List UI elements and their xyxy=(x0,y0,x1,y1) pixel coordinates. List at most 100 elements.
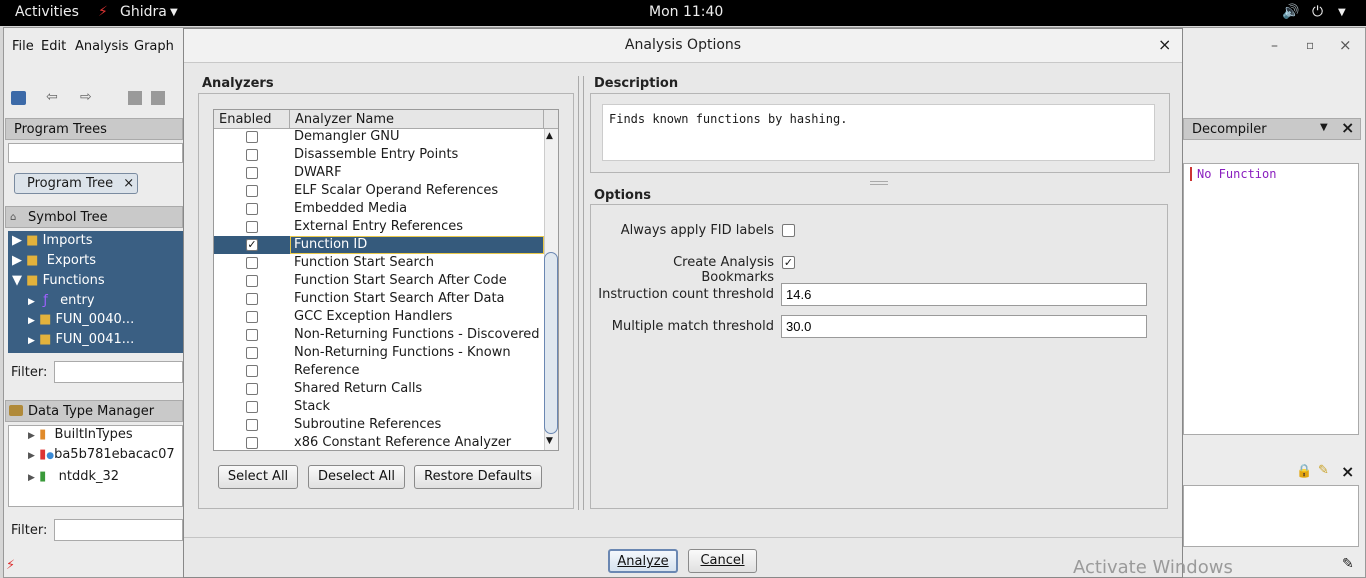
column-header-enabled[interactable]: Enabled xyxy=(214,110,290,129)
system-menu-chevron-icon[interactable]: ▼ xyxy=(1338,7,1346,18)
expand-icon[interactable]: ▶ xyxy=(12,233,22,248)
window-maximize-icon[interactable]: ▫ xyxy=(1306,38,1314,52)
analyzers-table[interactable]: Enabled Analyzer Name Demangler GNU Disas… xyxy=(213,109,559,451)
window-minimize-icon[interactable]: – xyxy=(1271,38,1278,54)
analyze-button[interactable]: Analyze xyxy=(608,549,678,573)
analyzer-enabled-checkbox[interactable] xyxy=(246,419,258,431)
status-edit-icon[interactable]: ✎ xyxy=(1342,556,1354,572)
expand-icon[interactable]: ▶ xyxy=(28,297,35,307)
analyzer-row[interactable]: ELF Scalar Operand References xyxy=(214,182,544,200)
analyzer-row[interactable]: Stack xyxy=(214,398,544,416)
menu-analysis[interactable]: Analysis xyxy=(75,39,129,54)
analyzer-row[interactable]: External Entry References xyxy=(214,218,544,236)
dtm-node-program[interactable]: ▶ ▮●ba5b781ebacac07 xyxy=(28,445,175,465)
analyzer-enabled-checkbox[interactable] xyxy=(246,311,258,323)
program-tree-view[interactable] xyxy=(8,143,183,163)
app-menu-button[interactable]: Ghidra xyxy=(120,4,167,20)
console-close-icon[interactable]: × xyxy=(1341,462,1354,481)
decompiler-menu-icon[interactable]: ▼ xyxy=(1320,122,1328,133)
menu-edit[interactable]: Edit xyxy=(41,39,66,54)
collapse-icon[interactable]: ▼ xyxy=(12,273,22,288)
expand-icon[interactable]: ▶ xyxy=(12,253,22,268)
expand-icon[interactable]: ▶ xyxy=(28,473,35,483)
navigate-icon[interactable] xyxy=(128,91,142,105)
restore-defaults-button[interactable]: Restore Defaults xyxy=(414,465,542,489)
analyzers-scroll-thumb[interactable] xyxy=(544,252,558,434)
symbol-filter-input[interactable] xyxy=(54,361,183,383)
analyzer-enabled-checkbox[interactable] xyxy=(246,149,258,161)
activities-button[interactable]: Activities xyxy=(15,4,79,20)
dtm-filter-input[interactable] xyxy=(54,519,183,541)
create-bookmarks-checkbox[interactable]: ✓ xyxy=(782,256,795,269)
app-menu-chevron-icon[interactable]: ▼ xyxy=(170,7,178,18)
lock-icon[interactable]: 🔒 xyxy=(1296,464,1312,479)
split-pane-divider[interactable] xyxy=(578,76,584,510)
analyzer-row[interactable]: Demangler GNU xyxy=(214,128,544,146)
analyzer-row[interactable]: Non-Returning Functions - Known xyxy=(214,344,544,362)
decompiler-view[interactable] xyxy=(1183,163,1359,435)
dialog-close-icon[interactable]: × xyxy=(1158,35,1171,54)
vertical-split-handle[interactable] xyxy=(870,181,888,185)
analyzer-row[interactable]: ✓ Function ID xyxy=(214,236,544,254)
expand-icon[interactable]: ▶ xyxy=(28,316,35,326)
back-icon[interactable]: ⇦ xyxy=(46,89,58,105)
analyzer-row[interactable]: Function Start Search After Code xyxy=(214,272,544,290)
tree-node-fun-0040[interactable]: ▶ ■ FUN_0040... xyxy=(28,310,134,330)
analyzer-enabled-checkbox[interactable] xyxy=(246,221,258,233)
multiple-match-input[interactable] xyxy=(781,315,1147,338)
volume-icon[interactable]: 🔊 xyxy=(1282,4,1299,20)
analyzer-row[interactable]: Non-Returning Functions - Discovered xyxy=(214,326,544,344)
navigate-next-icon[interactable] xyxy=(151,91,165,105)
decompiler-close-icon[interactable]: × xyxy=(1341,118,1354,137)
menu-graph[interactable]: Graph xyxy=(134,39,174,54)
cancel-button[interactable]: Cancel xyxy=(688,549,757,573)
analyzer-row[interactable]: DWARF xyxy=(214,164,544,182)
select-all-button[interactable]: Select All xyxy=(218,465,298,489)
analyzer-enabled-checkbox[interactable] xyxy=(246,401,258,413)
analyzer-enabled-checkbox[interactable] xyxy=(246,185,258,197)
analyzer-enabled-checkbox[interactable] xyxy=(246,167,258,179)
always-apply-fid-checkbox[interactable] xyxy=(782,224,795,237)
analyzer-row[interactable]: Function Start Search After Data xyxy=(214,290,544,308)
tree-node-exports[interactable]: ▶ ■ Exports xyxy=(12,251,96,271)
analyzer-enabled-checkbox[interactable] xyxy=(246,131,258,143)
column-header-analyzer-name[interactable]: Analyzer Name xyxy=(290,110,544,129)
forward-icon[interactable]: ⇨ xyxy=(80,89,92,105)
tree-node-imports[interactable]: ▶ ■ Imports xyxy=(12,231,93,251)
analyzer-row[interactable]: Shared Return Calls xyxy=(214,380,544,398)
tree-node-entry[interactable]: ▶ ƒ entry xyxy=(28,291,95,311)
analyzer-row[interactable]: Function Start Search xyxy=(214,254,544,272)
analyzer-enabled-checkbox[interactable] xyxy=(246,329,258,341)
analyzer-enabled-checkbox[interactable] xyxy=(246,347,258,359)
deselect-all-button[interactable]: Deselect All xyxy=(308,465,405,489)
expand-icon[interactable]: ▶ xyxy=(28,336,35,346)
analyzer-enabled-checkbox[interactable] xyxy=(246,275,258,287)
window-close-icon[interactable]: × xyxy=(1339,36,1352,54)
expand-icon[interactable]: ▶ xyxy=(28,451,35,461)
scroll-up-icon[interactable]: ▲ xyxy=(546,131,553,141)
analyzer-enabled-checkbox[interactable] xyxy=(246,257,258,269)
analyzer-row[interactable]: Embedded Media xyxy=(214,200,544,218)
analyzer-enabled-checkbox[interactable] xyxy=(246,365,258,377)
analyzer-enabled-checkbox[interactable] xyxy=(246,203,258,215)
analyzer-enabled-checkbox[interactable] xyxy=(246,293,258,305)
clock[interactable]: Mon 11:40 xyxy=(649,4,723,20)
analyzer-row[interactable]: Subroutine References xyxy=(214,416,544,434)
dtm-node-ntddk[interactable]: ▶ ▮ ntddk_32 xyxy=(28,467,119,487)
power-icon[interactable]: ⏻ xyxy=(1312,4,1323,20)
instruction-count-input[interactable] xyxy=(781,283,1147,306)
expand-icon[interactable]: ▶ xyxy=(28,431,35,441)
analyzer-enabled-checkbox[interactable]: ✓ xyxy=(246,239,258,251)
analyzer-enabled-checkbox[interactable] xyxy=(246,437,258,449)
tree-node-fun-0041[interactable]: ▶ ■ FUN_0041... xyxy=(28,330,134,350)
analyzer-row[interactable]: x86 Constant Reference Analyzer xyxy=(214,434,544,450)
analyzer-row[interactable]: Reference xyxy=(214,362,544,380)
console-view[interactable] xyxy=(1183,485,1359,547)
analyzer-row[interactable]: Disassemble Entry Points xyxy=(214,146,544,164)
analyzer-row[interactable]: GCC Exception Handlers xyxy=(214,308,544,326)
tree-node-functions[interactable]: ▼ ■ Functions xyxy=(12,271,105,291)
tab-close-icon[interactable]: × xyxy=(123,176,134,191)
clear-icon[interactable]: ✎ xyxy=(1318,463,1329,478)
menu-file[interactable]: File xyxy=(12,39,34,54)
tab-program-tree[interactable]: Program Tree × xyxy=(14,173,138,194)
